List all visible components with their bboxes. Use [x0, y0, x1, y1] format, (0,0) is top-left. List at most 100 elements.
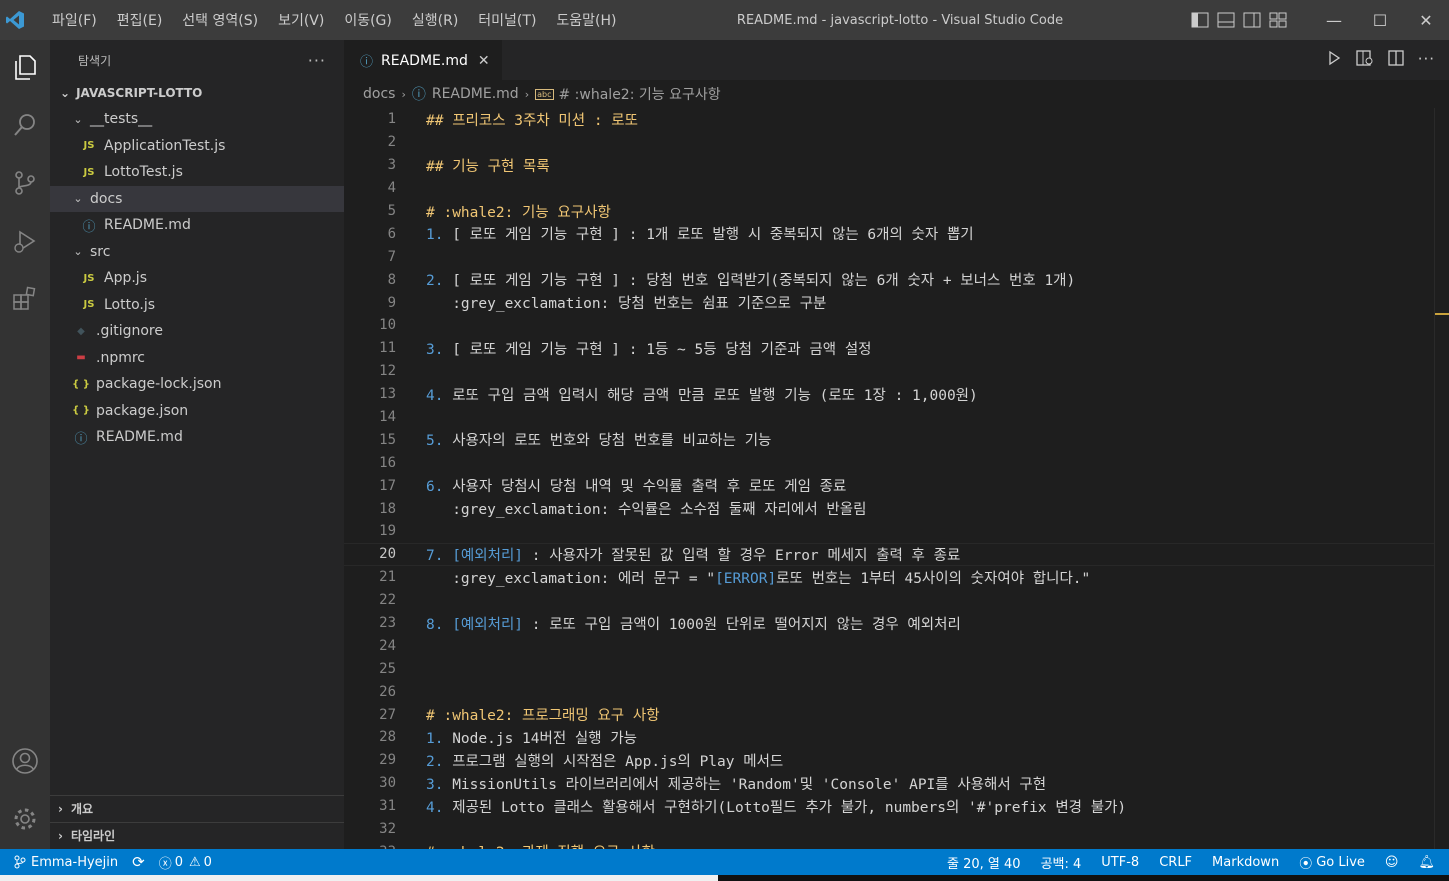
source-control-icon[interactable] [8, 166, 42, 200]
code-line[interactable]: 18 :grey_exclamation: 수익률은 소수점 둘째 자리에서 반… [344, 497, 1434, 520]
run-debug-icon[interactable] [8, 224, 42, 258]
scrollbar-track[interactable] [1434, 108, 1435, 849]
close-tab-icon[interactable]: ✕ [478, 53, 490, 69]
tree-file[interactable]: JS Lotto.js [50, 292, 344, 319]
explorer-icon[interactable] [8, 50, 42, 84]
menu-terminal[interactable]: 터미널(T) [468, 10, 546, 30]
menu-selection[interactable]: 선택 영역(S) [172, 10, 268, 30]
code-line[interactable]: 1 ## 프리코스 3주차 미션 : 로또 [344, 108, 1434, 131]
extensions-icon[interactable] [8, 282, 42, 316]
code-line[interactable]: 8 2. [ 로또 게임 기능 구현 ] : 당첨 번호 입력받기(중복되지 않는… [344, 268, 1434, 291]
code-line[interactable]: 12 [344, 360, 1434, 383]
code-line[interactable]: 15 5. 사용자의 로또 번호와 당첨 번호를 비교하는 기능 [344, 428, 1434, 451]
notifications-bell-icon[interactable]: 🔔︎ [1418, 855, 1435, 870]
code-line[interactable]: 6 1. [ 로또 게임 기능 구현 ] : 1개 로또 발행 시 중복되지 않는… [344, 222, 1434, 245]
encoding[interactable]: UTF-8 [1101, 855, 1139, 870]
close-window-button[interactable]: ✕ [1403, 11, 1449, 30]
code-line[interactable]: 25 [344, 657, 1434, 680]
tree-file[interactable]: JS LottoTest.js [50, 159, 344, 186]
toggle-primary-sidebar-icon[interactable] [1191, 12, 1209, 28]
open-preview-icon[interactable] [1356, 50, 1374, 70]
code-line[interactable]: 7 [344, 245, 1434, 268]
more-actions-button[interactable]: ··· [308, 51, 326, 70]
code-line[interactable]: 10 [344, 314, 1434, 337]
tree-file[interactable]: { } package.json [50, 398, 344, 425]
code-line[interactable]: 28 1. Node.js 14버전 실행 가능 [344, 726, 1434, 749]
tree-file[interactable]: ▬ .npmrc [50, 345, 344, 372]
accounts-icon[interactable] [8, 744, 42, 778]
menu-go[interactable]: 이동(G) [334, 10, 402, 30]
sync-icon[interactable]: ⟳ [132, 853, 145, 871]
workspace-root[interactable]: ⌄ JAVASCRIPT-LOTTO [50, 80, 344, 106]
breadcrumb-file[interactable]: README.md [432, 86, 519, 102]
activity-bar [0, 40, 50, 849]
tree-folder[interactable]: ⌄ docs [50, 185, 344, 212]
code-line[interactable]: 13 4. 로또 구입 금액 입력시 해당 금액 만큼 로또 발행 기능 (로또 … [344, 383, 1434, 406]
code-line[interactable]: 14 [344, 406, 1434, 429]
indentation[interactable]: 공백: 4 [1041, 853, 1082, 872]
code-line[interactable]: 27 # :whale2: 프로그래밍 요구 사항 [344, 703, 1434, 726]
tree-file[interactable]: JS ApplicationTest.js [50, 133, 344, 160]
code-line[interactable]: 9 :grey_exclamation: 당첨 번호는 쉼표 기준으로 구분 [344, 291, 1434, 314]
split-editor-icon[interactable] [1388, 50, 1404, 70]
run-icon[interactable] [1326, 50, 1342, 70]
chevron-down-icon: ⌄ [73, 245, 83, 259]
code-line[interactable]: 24 [344, 634, 1434, 657]
tree-file[interactable]: { } package-lock.json [50, 371, 344, 398]
minimize-button[interactable]: — [1311, 11, 1357, 30]
menu-file[interactable]: 파일(F) [42, 10, 107, 30]
feedback-icon[interactable]: ☺ [1385, 855, 1399, 870]
menu-view[interactable]: 보기(V) [268, 10, 334, 30]
language-mode[interactable]: Markdown [1212, 855, 1279, 870]
tree-file[interactable]: ⓘ README.md [50, 212, 344, 239]
code-line[interactable]: 11 3. [ 로또 게임 기능 구현 ] : 1등 ~ 5등 당첨 기준과 금액… [344, 337, 1434, 360]
outline-section[interactable]: › 개요 [50, 795, 344, 821]
menu-help[interactable]: 도움말(H) [546, 10, 626, 30]
code-line[interactable]: 19 [344, 520, 1434, 543]
tree-file[interactable]: ◆ .gitignore [50, 318, 344, 345]
code-line[interactable]: 22 [344, 589, 1434, 612]
menu-edit[interactable]: 편집(E) [107, 10, 173, 30]
code-line[interactable]: 30 3. MissionUtils 라이브러리에서 제공하는 'Random'및… [344, 772, 1434, 795]
javascript-file-icon: JS [83, 272, 95, 284]
toggle-secondary-sidebar-icon[interactable] [1243, 12, 1261, 28]
more-editor-actions-icon[interactable]: ··· [1418, 50, 1435, 70]
code-line[interactable]: 16 [344, 451, 1434, 474]
code-line[interactable]: 2 [344, 131, 1434, 154]
code-line[interactable]: 5 # :whale2: 기능 요구사항 [344, 200, 1434, 223]
go-live-button[interactable]: ⦿ Go Live [1299, 853, 1365, 872]
search-icon[interactable] [8, 108, 42, 142]
timeline-section[interactable]: › 타임라인 [50, 822, 344, 848]
line-number: 9 [387, 294, 396, 311]
code-line[interactable]: 31 4. 제공된 Lotto 클래스 활용해서 구현하기(Lotto필드 추가 … [344, 795, 1434, 818]
tree-file[interactable]: JS App.js [50, 265, 344, 292]
end-of-line[interactable]: CRLF [1159, 855, 1192, 870]
code-line[interactable]: 3 ## 기능 구현 목록 [344, 154, 1434, 177]
problems-item[interactable]: ⓧ 0 ⚠ 0 [159, 853, 212, 872]
branch-item[interactable]: Emma-Hyejin [14, 855, 118, 870]
tree-folder[interactable]: ⌄ __tests__ [50, 106, 344, 133]
customize-layout-icon[interactable] [1269, 12, 1287, 28]
tree-file[interactable]: ⓘ README.md [50, 424, 344, 451]
code-line[interactable]: 26 [344, 680, 1434, 703]
code-line[interactable]: 29 2. 프로그램 실행의 시작점은 App.js의 Play 메서드 [344, 749, 1434, 772]
explorer-header: 탐색기 ··· [50, 40, 344, 80]
breadcrumb-symbol[interactable]: # :whale2: 기능 요구사항 [559, 84, 721, 104]
code-line[interactable]: 23 8. [예외처리] : 로또 구입 금액이 1000원 단위로 떨어지지 않… [344, 612, 1434, 635]
breadcrumb-folder[interactable]: docs [363, 86, 395, 102]
manage-gear-icon[interactable] [8, 802, 42, 836]
code-line[interactable]: 20 7. [예외처리] : 사용자가 잘못된 값 입력 할 경우 Error 메… [344, 542, 1434, 566]
line-content: ## 프리코스 3주차 미션 : 로또 [426, 112, 638, 129]
menu-run[interactable]: 실행(R) [402, 10, 468, 30]
branch-name: Emma-Hyejin [31, 854, 119, 870]
code-line[interactable]: 32 [344, 818, 1434, 841]
maximize-button[interactable]: ☐ [1357, 11, 1403, 30]
cursor-position[interactable]: 줄 20, 열 40 [947, 853, 1021, 872]
code-editor[interactable]: 1 ## 프리코스 3주차 미션 : 로또 2 3 ## 기능 구현 목록 4 5 # :wh… [344, 108, 1434, 863]
code-line[interactable]: 21 :grey_exclamation: 에러 문구 = "[ERROR]로또… [344, 566, 1434, 589]
code-line[interactable]: 4 [344, 177, 1434, 200]
toggle-panel-icon[interactable] [1217, 12, 1235, 28]
code-line[interactable]: 17 6. 사용자 당첨시 당첨 내역 및 수익률 출력 후 로또 게임 종료 [344, 474, 1434, 497]
tree-folder[interactable]: ⌄ src [50, 239, 344, 266]
tab-readme[interactable]: ⓘ README.md ✕ [344, 40, 502, 80]
